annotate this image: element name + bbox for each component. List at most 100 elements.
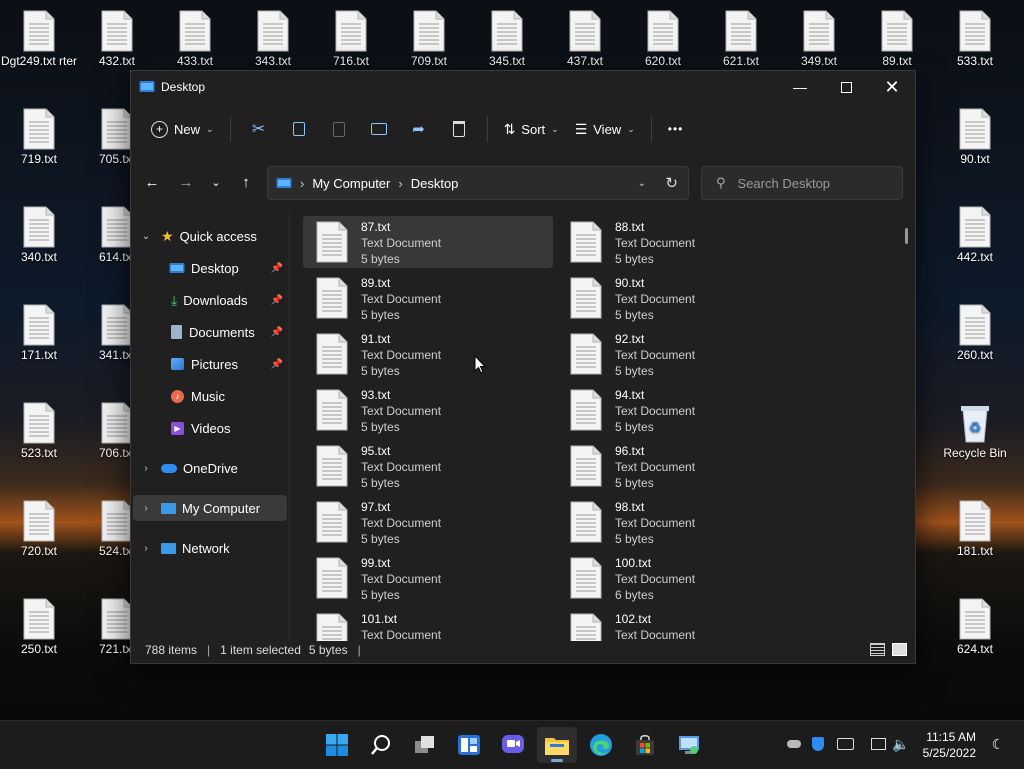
close-button[interactable]: ✕ xyxy=(869,71,915,103)
widgets-button[interactable] xyxy=(449,727,489,763)
file-explorer-taskbar-button[interactable] xyxy=(537,727,577,763)
desktop-icon[interactable]: 432.txt xyxy=(78,10,156,68)
file-tile[interactable]: 94.txt Text Document 5 bytes xyxy=(557,384,807,436)
desktop-icon[interactable]: 437.txt xyxy=(546,10,624,68)
nav-network[interactable]: › Network xyxy=(133,535,287,561)
desktop-icon[interactable]: 345.txt xyxy=(468,10,546,68)
nav-downloads[interactable]: ⤓ Downloads 📌 xyxy=(133,287,287,313)
file-tile[interactable]: 93.txt Text Document 5 bytes xyxy=(303,384,553,436)
file-tile[interactable]: 92.txt Text Document 5 bytes xyxy=(557,328,807,380)
start-button[interactable] xyxy=(317,727,357,763)
nav-documents[interactable]: Documents 📌 xyxy=(133,319,287,345)
pane-divider[interactable] xyxy=(289,211,290,641)
desktop-icon[interactable]: 709.txt xyxy=(390,10,468,68)
file-tile[interactable]: 100.txt Text Document 6 bytes xyxy=(557,552,807,604)
desktop-icon[interactable]: 89.txt xyxy=(858,10,936,68)
paste-button[interactable] xyxy=(319,113,359,145)
recent-locations-button[interactable]: ⌄ xyxy=(203,169,229,195)
view-button[interactable]: ☰ View ⌄ xyxy=(567,113,643,145)
status-bar: 788 items | 1 item selected 5 bytes | xyxy=(131,637,915,663)
title-bar[interactable]: Desktop — ✕ xyxy=(131,71,915,103)
desktop-icon[interactable]: 533.txt xyxy=(936,10,1014,68)
control-panel-button[interactable] xyxy=(669,727,709,763)
file-tile[interactable]: 98.txt Text Document 5 bytes xyxy=(557,496,807,548)
file-tile[interactable]: 87.txt Text Document 5 bytes xyxy=(303,216,553,268)
desktop-icon[interactable]: 260.txt xyxy=(936,304,1014,362)
desktop-icon[interactable]: 340.txt xyxy=(0,206,78,264)
new-button[interactable]: + New ⌄ xyxy=(143,113,222,145)
desktop-icon[interactable]: 720.txt xyxy=(0,500,78,558)
file-tile[interactable]: 95.txt Text Document 5 bytes xyxy=(303,440,553,492)
minimize-button[interactable]: — xyxy=(777,71,823,103)
onedrive-tray-icon[interactable] xyxy=(785,735,803,753)
edge-button[interactable] xyxy=(581,727,621,763)
desktop-icon[interactable]: 624.txt xyxy=(936,598,1014,656)
desktop-icon[interactable]: 523.txt xyxy=(0,402,78,460)
network-tray-icon[interactable] xyxy=(869,735,887,753)
search-taskbar-button[interactable] xyxy=(361,727,401,763)
search-input[interactable] xyxy=(735,174,890,192)
breadcrumb-my-computer[interactable]: My Computer xyxy=(312,176,390,191)
nav-my-computer[interactable]: › My Computer xyxy=(133,495,287,521)
desktop-icon[interactable]: 433.txt xyxy=(156,10,234,68)
address-bar[interactable]: › My Computer › Desktop ⌄ ↻ xyxy=(267,166,689,200)
chat-button[interactable] xyxy=(493,727,533,763)
file-tile[interactable]: 90.txt Text Document 5 bytes xyxy=(557,272,807,324)
tiles-view-button[interactable] xyxy=(890,641,908,657)
desktop-icon[interactable]: 90.txt xyxy=(936,108,1014,166)
chevron-down-icon[interactable]: ⌄ xyxy=(139,231,153,242)
file-tile[interactable]: 97.txt Text Document 5 bytes xyxy=(303,496,553,548)
desktop-icon[interactable]: 719.txt xyxy=(0,108,78,166)
file-tile[interactable]: 88.txt Text Document 5 bytes xyxy=(557,216,807,268)
file-tile[interactable]: 91.txt Text Document 5 bytes xyxy=(303,328,553,380)
delete-button[interactable] xyxy=(439,113,479,145)
desktop-icon[interactable]: 349.txt xyxy=(780,10,858,68)
mouse-cursor-icon xyxy=(474,355,486,374)
keyboard-tray-icon[interactable] xyxy=(836,735,854,753)
desktop-icon[interactable]: 620.txt xyxy=(624,10,702,68)
back-button[interactable]: ← xyxy=(139,169,165,195)
vertical-scrollbar[interactable] xyxy=(905,228,908,244)
cut-button[interactable]: ✂ xyxy=(239,113,279,145)
desktop-icon[interactable]: 442.txt xyxy=(936,206,1014,264)
search-box[interactable]: ⚲ xyxy=(701,166,903,200)
nav-videos[interactable]: ▶ Videos xyxy=(133,415,287,441)
refresh-icon[interactable]: ↻ xyxy=(665,174,678,192)
sort-button[interactable]: ⇅ Sort ⌄ xyxy=(496,113,567,145)
nav-quick-access[interactable]: ⌄ ★ Quick access xyxy=(133,223,287,249)
up-button[interactable]: ↑ xyxy=(233,169,259,195)
file-tile[interactable]: 89.txt Text Document 5 bytes xyxy=(303,272,553,324)
desktop-icon[interactable]: Dgt249.txt rter xyxy=(0,10,78,68)
breadcrumb-desktop[interactable]: Desktop xyxy=(411,176,459,191)
desktop-icon[interactable]: 250.txt xyxy=(0,598,78,656)
copy-button[interactable] xyxy=(279,113,319,145)
chevron-right-icon[interactable]: › xyxy=(139,503,153,514)
task-view-button[interactable] xyxy=(405,727,445,763)
address-dropdown-icon[interactable]: ⌄ xyxy=(638,178,646,189)
desktop-icon[interactable]: 181.txt xyxy=(936,500,1014,558)
file-tile[interactable]: 99.txt Text Document 5 bytes xyxy=(303,552,553,604)
store-button[interactable] xyxy=(625,727,665,763)
maximize-button[interactable] xyxy=(823,71,869,103)
forward-button[interactable]: → xyxy=(173,169,199,195)
nav-music[interactable]: ♪ Music xyxy=(133,383,287,409)
volume-tray-icon[interactable]: 🔈 xyxy=(892,735,910,753)
clock[interactable]: 11:15 AM 5/25/2022 xyxy=(923,729,976,761)
security-tray-icon[interactable] xyxy=(809,735,827,753)
desktop-icon[interactable]: 171.txt xyxy=(0,304,78,362)
nav-pictures[interactable]: Pictures 📌 xyxy=(133,351,287,377)
rename-button[interactable] xyxy=(359,113,399,145)
details-view-button[interactable] xyxy=(868,641,886,657)
chevron-right-icon[interactable]: › xyxy=(139,543,153,554)
desktop-icon-recycle-bin[interactable]: ♻ Recycle Bin xyxy=(936,402,1014,460)
file-tile[interactable]: 96.txt Text Document 5 bytes xyxy=(557,440,807,492)
chevron-right-icon[interactable]: › xyxy=(139,463,153,474)
more-options-button[interactable]: ••• xyxy=(660,113,692,145)
desktop-icon[interactable]: 716.txt xyxy=(312,10,390,68)
focus-assist-tray-icon[interactable]: ☾ xyxy=(989,735,1007,753)
desktop-icon[interactable]: 343.txt xyxy=(234,10,312,68)
nav-onedrive[interactable]: › OneDrive xyxy=(133,455,287,481)
desktop-icon[interactable]: 621.txt xyxy=(702,10,780,68)
nav-desktop[interactable]: Desktop 📌 xyxy=(133,255,287,281)
share-button[interactable]: ➦ xyxy=(399,113,439,145)
